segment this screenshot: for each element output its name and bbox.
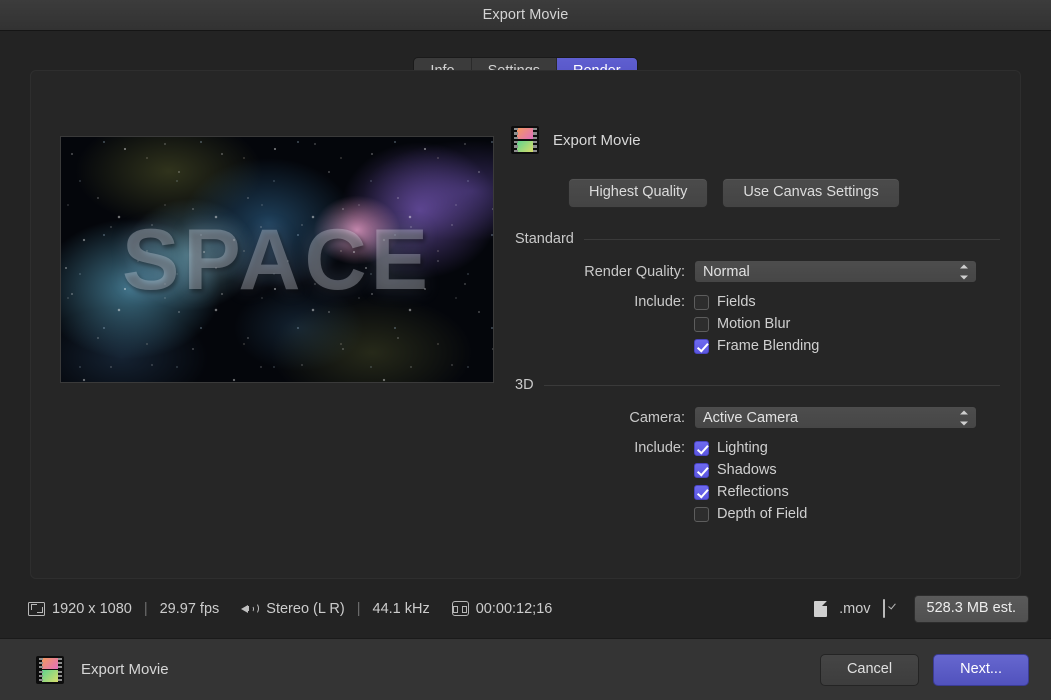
status-left-group: 1920 x 1080 | 29.97 fps Stereo (L R) | 4… [28,601,552,617]
speaker-icon [241,601,259,616]
movie-preview-thumbnail: SPACE [60,136,494,383]
settings-column: Export Movie Highest Quality Use Canvas … [511,123,1000,568]
dialog-footer: Export Movie Cancel Next... [0,638,1051,700]
checkbox-label-motion-blur: Motion Blur [717,316,790,332]
standard-include-row-fields: Include: Fields [511,294,1000,310]
use-canvas-settings-button[interactable]: Use Canvas Settings [722,178,899,208]
standard-include-row-motion-blur: Motion Blur [511,316,1000,332]
film-strip-icon [511,126,539,154]
checkbox-lighting[interactable] [694,441,709,456]
three-d-section-label: 3D [515,377,534,393]
frame-rate-value: 29.97 fps [160,601,220,617]
camera-label: Camera: [511,410,694,426]
checkbox-frame-blending[interactable] [694,339,709,354]
three-d-include-row-depth-of-field: Depth of Field [511,506,1000,522]
footer-buttons: Cancel Next... [820,654,1029,686]
audio-channels-value: Stereo (L R) [266,601,344,617]
render-quality-value: Normal [703,264,750,280]
three-d-section: 3D Camera: Active Camera Inclu [511,377,1000,522]
checkbox-label-frame-blending: Frame Blending [717,338,819,354]
checkbox-reflections[interactable] [694,485,709,500]
highest-quality-button[interactable]: Highest Quality [568,178,708,208]
separator: | [357,601,361,617]
render-quality-label: Render Quality: [511,264,694,280]
cancel-button[interactable]: Cancel [820,654,919,686]
standard-section: Standard Render Quality: Normal [511,231,1000,354]
checkbox-shadows[interactable] [694,463,709,478]
separator: | [144,601,148,617]
checkbox-motion-blur[interactable] [694,317,709,332]
next-button[interactable]: Next... [933,654,1029,686]
audio-group: Stereo (L R) | 44.1 kHz [241,601,429,617]
footer-left: Export Movie [36,656,169,684]
document-icon [814,601,827,617]
standard-section-header: Standard [511,231,1000,247]
window-title: Export Movie [483,7,569,23]
timecode-icon [452,601,469,616]
camera-dropdown[interactable]: Active Camera [694,406,977,429]
standard-section-label: Standard [515,231,574,247]
three-d-section-header: 3D [511,377,1000,393]
chevron-updown-icon [960,264,969,279]
camera-row: Camera: Active Camera [511,406,1000,429]
status-right-group: .mov 528.3 MB est. [814,595,1029,623]
checkbox-label-lighting: Lighting [717,440,768,456]
checkbox-label-reflections: Reflections [717,484,789,500]
sample-rate-value: 44.1 kHz [373,601,430,617]
render-quality-dropdown[interactable]: Normal [694,260,977,283]
panel-header: Export Movie [511,123,1000,157]
checkbox-fields[interactable] [694,295,709,310]
file-extension-value: .mov [839,601,870,617]
film-strip-icon [36,656,64,684]
section-divider [544,385,1000,386]
checkbox-label-depth-of-field: Depth of Field [717,506,807,522]
three-d-include-row-reflections: Reflections [511,484,1000,500]
panel-header-title: Export Movie [553,132,641,149]
duration-value: 00:00:12;16 [476,601,553,617]
three-d-include-label: Include: [511,440,694,456]
status-strip: 1920 x 1080 | 29.97 fps Stereo (L R) | 4… [0,579,1051,638]
three-d-include-row-lighting: Include: Lighting [511,440,1000,456]
window-titlebar: Export Movie [0,0,1051,31]
estimated-size-badge: 528.3 MB est. [914,595,1029,623]
three-d-include-row-shadows: Shadows [511,462,1000,478]
chevron-updown-icon [960,410,969,425]
display-check-icon [883,600,902,617]
standard-include-label: Include: [511,294,694,310]
standard-include-row-frame-blending: Frame Blending [511,338,1000,354]
preview-overlay-text: SPACE [61,217,493,303]
checkbox-depth-of-field[interactable] [694,507,709,522]
section-divider [584,239,1000,240]
render-quality-row: Render Quality: Normal [511,260,1000,283]
dialog-body: Info Settings Render SPACE [0,31,1051,638]
footer-title: Export Movie [81,661,169,678]
checkbox-label-fields: Fields [717,294,756,310]
render-settings-panel: SPACE Export Movie Highest Quality Use C… [30,70,1021,579]
frame-size-icon [28,602,45,616]
resolution-group: 1920 x 1080 | 29.97 fps [28,601,219,617]
export-movie-dialog: Export Movie Info Settings Render SPACE [0,0,1051,700]
preset-button-row: Highest Quality Use Canvas Settings [511,178,1000,208]
duration-group: 00:00:12;16 [452,601,553,617]
resolution-value: 1920 x 1080 [52,601,132,617]
camera-value: Active Camera [703,410,798,426]
checkbox-label-shadows: Shadows [717,462,777,478]
